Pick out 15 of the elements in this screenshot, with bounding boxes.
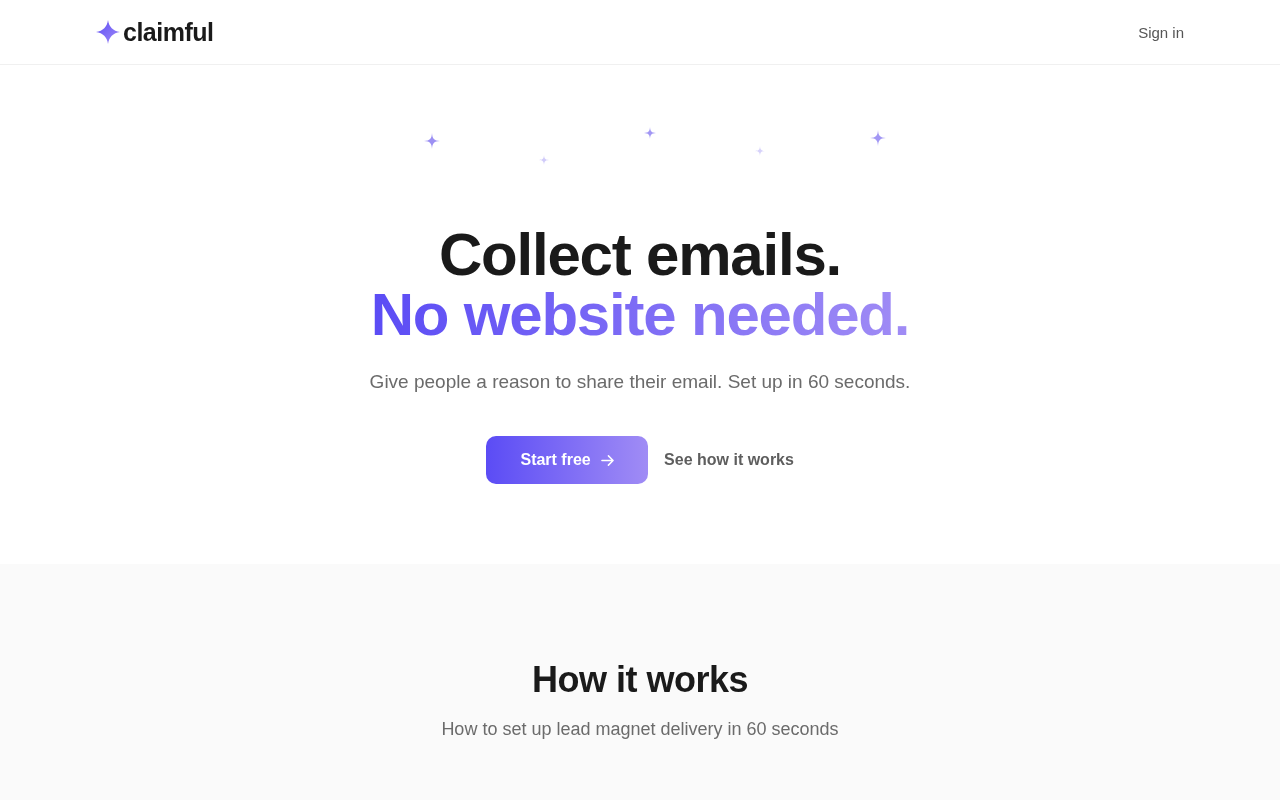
start-free-button[interactable]: Start free	[486, 436, 649, 484]
sparkle-icon	[424, 133, 440, 149]
sparkle-icon	[644, 127, 656, 139]
hero-subtitle: Give people a reason to share their email. Set up in 60 seconds.	[369, 370, 911, 394]
section-title: How it works	[532, 658, 748, 702]
sign-in-link[interactable]: Sign in	[1138, 23, 1184, 41]
headline: Collect emails.	[438, 225, 842, 285]
sparkle-icon	[755, 146, 765, 156]
sparkle-logo-icon	[96, 20, 120, 44]
sparkle-icon	[870, 130, 886, 146]
section-subtitle: How to set up lead magnet delivery in 60 seconds	[441, 718, 839, 741]
see-how-it-works-link[interactable]: See how it works	[664, 451, 794, 469]
sparkle-icon	[539, 155, 549, 165]
logo-link[interactable]: claimful	[96, 17, 214, 47]
arrow-right-icon	[600, 453, 614, 467]
